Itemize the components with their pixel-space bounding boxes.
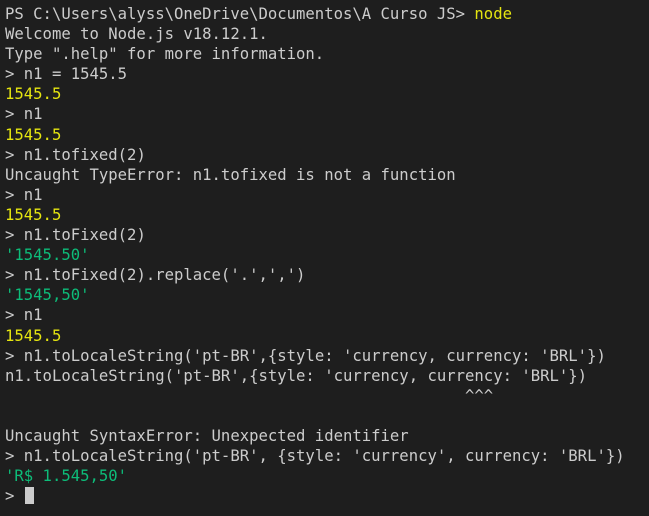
repl-output-text: [5, 406, 649, 426]
repl-output-text: n1.toLocaleString('pt-BR',{style: 'curre…: [5, 366, 588, 385]
welcome-message: Welcome to Node.js v18.12.1.: [5, 25, 268, 44]
repl-input-line: > n1: [5, 185, 649, 205]
repl-command: n1: [23, 105, 43, 124]
repl-history: > n1 = 1545.5 1545.5 > n1 1545.5 > n1.tofixe…: [5, 64, 649, 486]
repl-prompt: >: [5, 306, 24, 325]
repl-output-string: '1545,50': [5, 286, 90, 305]
repl-output-number: 1545.5: [5, 205, 62, 224]
repl-input-line: > n1.toLocaleString('pt-BR', {style: 'cu…: [5, 446, 649, 466]
repl-prompt: >: [5, 185, 24, 204]
repl-output-number: 1545.5: [5, 125, 62, 144]
powershell-path-prompt: PS C:\Users\alyss\OneDrive\Documentos\A …: [5, 5, 475, 23]
repl-command: n1: [23, 185, 43, 204]
repl-command: n1.toLocaleString('pt-BR', {style: 'curr…: [23, 447, 625, 466]
repl-input-line: > n1.toFixed(2): [5, 225, 649, 245]
repl-output-text: ^^^: [5, 386, 494, 405]
powershell-prompt-line: PS C:\Users\alyss\OneDrive\Documentos\A …: [5, 4, 649, 24]
repl-prompt: >: [5, 145, 24, 164]
repl-command: n1 = 1545.5: [23, 65, 128, 84]
repl-command: n1.tofixed(2): [23, 145, 146, 164]
repl-prompt: >: [5, 266, 24, 285]
terminal-window[interactable]: PS C:\Users\alyss\OneDrive\Documentos\A …: [0, 0, 649, 516]
repl-command: n1.toLocaleString('pt-BR',{style: 'curre…: [23, 346, 606, 365]
repl-prompt: >: [5, 105, 24, 124]
repl-command: n1.toFixed(2).replace('.',','): [23, 266, 306, 285]
repl-error-message: Uncaught SyntaxError: Unexpected identif…: [5, 426, 409, 445]
active-input-line[interactable]: >: [5, 486, 649, 506]
repl-input-line: > n1.toFixed(2).replace('.',','): [5, 265, 649, 285]
repl-error-message: Uncaught TypeError: n1.tofixed is not a …: [5, 165, 456, 184]
node-command: node: [474, 5, 512, 23]
repl-command: n1.toFixed(2): [23, 226, 146, 245]
repl-command: n1: [23, 306, 43, 325]
repl-prompt: >: [5, 65, 24, 84]
repl-input-line: > n1: [5, 104, 649, 124]
repl-output-number: 1545.5: [5, 326, 62, 345]
repl-output-string: '1545.50': [5, 246, 90, 265]
repl-prompt: >: [5, 487, 24, 506]
repl-prompt: >: [5, 447, 24, 466]
repl-output-number: 1545.5: [5, 85, 62, 104]
text-cursor: [24, 487, 34, 505]
repl-input-line: > n1 = 1545.5: [5, 64, 649, 84]
repl-output-string: 'R$ 1.545,50': [5, 467, 128, 486]
repl-input-line: > n1: [5, 305, 649, 325]
help-hint: Type ".help" for more information.: [5, 45, 325, 64]
repl-prompt: >: [5, 346, 24, 365]
repl-input-line: > n1.toLocaleString('pt-BR',{style: 'cur…: [5, 346, 649, 366]
repl-prompt: >: [5, 226, 24, 245]
repl-input-line: > n1.tofixed(2): [5, 145, 649, 165]
